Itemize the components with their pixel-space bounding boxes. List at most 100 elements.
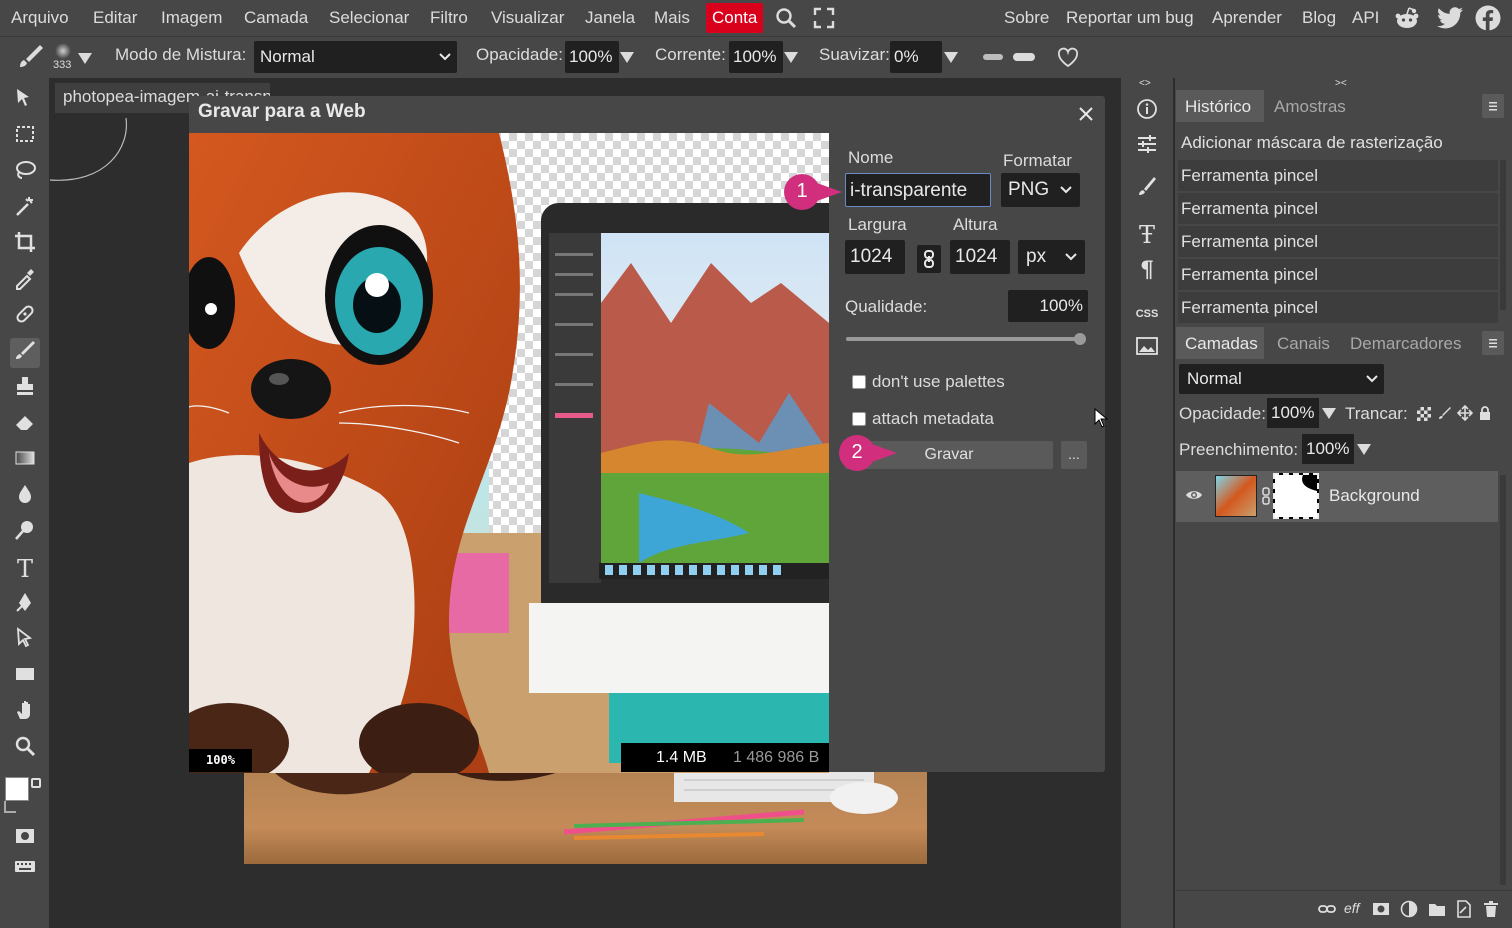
menu-arquivo[interactable]: Arquivo	[11, 0, 69, 36]
blur-tool-icon[interactable]	[10, 482, 40, 512]
link-proportions-icon[interactable]	[917, 245, 941, 273]
layer-blend-select[interactable]: Normal	[1179, 364, 1384, 394]
history-entry[interactable]: Adicionar máscara de rasterização	[1178, 127, 1498, 158]
height-input[interactable]: 1024	[950, 240, 1010, 274]
adjustment-layer-icon[interactable]	[1400, 900, 1418, 918]
blend-mode-select[interactable]: Normal	[254, 41, 457, 73]
smooth-field[interactable]: 0%	[890, 41, 942, 73]
layer-row-background[interactable]: Background	[1176, 471, 1498, 522]
pen-tool-icon[interactable]	[10, 590, 40, 620]
menu-camada[interactable]: Camada	[244, 0, 308, 36]
menu-visualizar[interactable]: Visualizar	[491, 0, 564, 36]
foreground-color-swatch[interactable]	[5, 777, 29, 801]
menu-mais[interactable]: Mais	[654, 0, 690, 36]
visibility-eye-icon[interactable]	[1185, 488, 1203, 502]
menu-filtro[interactable]: Filtro	[430, 0, 468, 36]
tab-historico[interactable]: Histórico	[1185, 97, 1251, 117]
flow-field[interactable]: 100%	[729, 41, 783, 73]
flow-dropdown-arrow-icon[interactable]	[784, 52, 798, 63]
info-icon[interactable]	[1133, 98, 1161, 126]
lock-position-icon[interactable]	[1456, 404, 1474, 422]
menu-editar[interactable]: Editar	[93, 0, 137, 36]
reddit-icon[interactable]	[1394, 6, 1420, 30]
layer-mask-link-icon[interactable]	[1262, 487, 1270, 505]
quality-slider-handle[interactable]	[1074, 333, 1086, 345]
menu-aprender[interactable]: Aprender	[1212, 0, 1282, 36]
marquee-tool-icon[interactable]	[10, 122, 40, 152]
layer-opacity-field[interactable]: 100%	[1267, 398, 1319, 428]
layer-effects-button[interactable]: eff	[1344, 900, 1360, 916]
smooth-dropdown-arrow-icon[interactable]	[944, 52, 958, 63]
history-panel-menu-icon[interactable]	[1482, 94, 1504, 118]
fullscreen-icon[interactable]	[813, 7, 835, 29]
quick-mask-icon[interactable]	[10, 824, 40, 854]
history-entry[interactable]: Ferramenta pincel	[1178, 160, 1498, 191]
attach-metadata-checkbox[interactable]	[852, 412, 866, 426]
history-entry[interactable]: Ferramenta pincel	[1178, 259, 1498, 290]
fill-field[interactable]: 100%	[1302, 434, 1354, 464]
layer-opacity-arrow-icon[interactable]	[1322, 408, 1336, 419]
collapse-left-icon[interactable]: <>	[1139, 78, 1151, 89]
close-icon[interactable]	[1077, 105, 1095, 123]
layers-panel-menu-icon[interactable]	[1482, 331, 1504, 355]
menu-sobre[interactable]: Sobre	[1004, 0, 1049, 36]
new-group-icon[interactable]	[1428, 901, 1446, 917]
width-input[interactable]: 1024	[845, 240, 905, 274]
link-layers-icon[interactable]	[1318, 902, 1336, 916]
history-entry[interactable]: Ferramenta pincel	[1178, 292, 1498, 323]
default-colors-icon[interactable]	[4, 801, 16, 813]
delete-layer-icon[interactable]	[1483, 900, 1499, 918]
brush-tool-active-icon[interactable]	[10, 338, 40, 368]
twitter-icon[interactable]	[1437, 7, 1463, 29]
eraser-tool-icon[interactable]	[10, 410, 40, 440]
history-entry[interactable]: Ferramenta pincel	[1178, 193, 1498, 224]
unit-select[interactable]: px	[1018, 240, 1085, 274]
search-icon[interactable]	[775, 7, 797, 29]
character-icon[interactable]: Ŧ	[1133, 221, 1161, 249]
lock-pixels-icon[interactable]	[1437, 405, 1453, 421]
document-canvas[interactable]	[244, 772, 927, 864]
type-tool-icon[interactable]: T	[10, 554, 40, 584]
dont-use-palettes-checkbox[interactable]	[852, 375, 866, 389]
paragraph-icon[interactable]: ¶	[1133, 256, 1161, 284]
quality-slider[interactable]	[846, 333, 1086, 345]
gradient-tool-icon[interactable]	[10, 446, 40, 476]
adjustments-icon[interactable]	[1133, 133, 1161, 161]
swap-colors-icon[interactable]	[31, 778, 41, 788]
image-icon[interactable]	[1133, 336, 1161, 364]
name-input[interactable]: i-transparente	[845, 173, 991, 207]
menu-imagem[interactable]: Imagem	[161, 0, 222, 36]
lasso-tool-icon[interactable]	[10, 158, 40, 188]
rectangle-tool-icon[interactable]	[10, 662, 40, 692]
keyboard-icon[interactable]	[10, 854, 40, 884]
brush-tool-icon[interactable]	[16, 43, 46, 71]
menu-selecionar[interactable]: Selecionar	[329, 0, 409, 36]
tab-amostras[interactable]: Amostras	[1274, 97, 1346, 117]
menu-blog[interactable]: Blog	[1302, 0, 1336, 36]
format-select[interactable]: PNG	[1001, 173, 1080, 207]
path-select-tool-icon[interactable]	[10, 626, 40, 656]
layers-scrollbar[interactable]	[1500, 475, 1506, 885]
heart-icon[interactable]	[1057, 47, 1079, 69]
css-icon[interactable]: CSS	[1133, 300, 1161, 328]
layer-mask-thumbnail[interactable]	[1273, 473, 1319, 519]
brush-angle-icon[interactable]	[983, 54, 1003, 60]
facebook-icon[interactable]	[1475, 5, 1501, 31]
quality-input[interactable]: 100%	[1008, 290, 1088, 322]
history-entry[interactable]: Ferramenta pincel	[1178, 226, 1498, 257]
add-mask-icon[interactable]	[1372, 901, 1390, 917]
zoom-tool-icon[interactable]	[10, 734, 40, 764]
brush-preview-icon[interactable]	[55, 43, 71, 59]
new-layer-icon[interactable]	[1456, 900, 1472, 918]
more-options-button[interactable]: ...	[1061, 441, 1087, 469]
healing-tool-icon[interactable]	[10, 302, 40, 332]
lock-transparency-icon[interactable]	[1417, 407, 1431, 421]
magic-wand-tool-icon[interactable]	[10, 194, 40, 224]
dodge-tool-icon[interactable]	[10, 518, 40, 548]
brush-dropdown-arrow-icon[interactable]	[78, 53, 92, 64]
collapse-right-icon[interactable]: ><	[1335, 78, 1347, 89]
eyedropper-tool-icon[interactable]	[10, 266, 40, 296]
menu-janela[interactable]: Janela	[585, 0, 635, 36]
menu-api[interactable]: API	[1352, 0, 1379, 36]
stamp-tool-icon[interactable]	[10, 374, 40, 404]
